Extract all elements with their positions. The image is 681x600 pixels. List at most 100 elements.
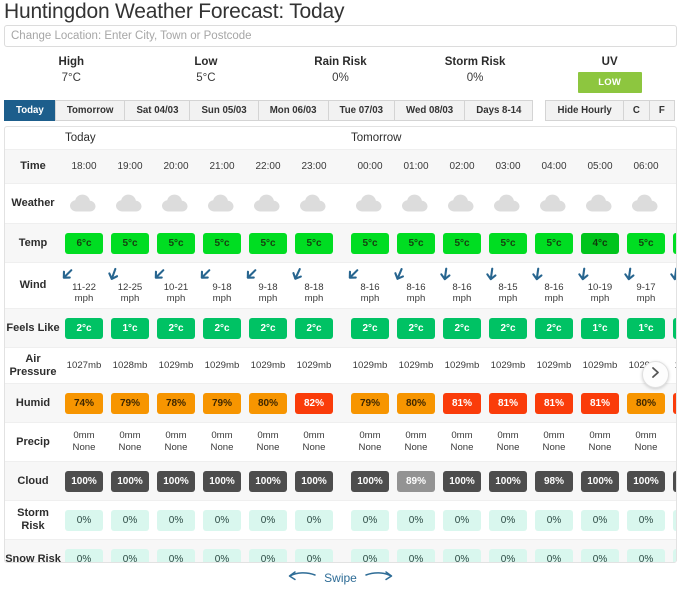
cell-wind: 9-17mph xyxy=(623,267,669,305)
wind-cell: 8-18 mph xyxy=(291,267,337,305)
cell-humid: 80% xyxy=(393,392,439,414)
day-name-list: Today Tomorrow xyxy=(61,132,676,144)
cell-storm: 0% xyxy=(107,509,153,531)
wind-direction-arrow xyxy=(531,267,577,281)
storm-risk-badge: 0% xyxy=(581,509,619,531)
wind-direction-arrow xyxy=(669,267,676,281)
day-tab-sat-04-03[interactable]: Sat 04/03 xyxy=(124,100,190,121)
cloud-badge: 100% xyxy=(351,470,389,492)
cell-time: 04:00 xyxy=(531,161,577,173)
cell-cloud: 100% xyxy=(347,470,393,492)
cell-temp: 5°c xyxy=(245,232,291,254)
precip-type: None xyxy=(450,442,474,453)
feels-like-badge: 2°c xyxy=(535,317,573,339)
cell-storm: 0% xyxy=(623,509,669,531)
cell-press: 1029mb xyxy=(531,360,577,372)
cell-cloud: 100% xyxy=(199,470,245,492)
wind-direction-arrow xyxy=(61,267,107,281)
hourly-forecast-table[interactable]: Today Tomorrow Time 18:00 19:00 20:00 21:00 22… xyxy=(4,126,677,563)
option-f[interactable]: F xyxy=(648,100,675,121)
cell-storm: 0% xyxy=(393,509,439,531)
cell-storm: 0% xyxy=(291,509,337,531)
precip-cell: 0mmNone xyxy=(107,430,153,454)
cloud-badge: 100% xyxy=(673,470,676,492)
cell-wind: 11-22 mph xyxy=(61,267,107,305)
snow-risk-badge: 0% xyxy=(203,548,241,562)
wind-unit: mph xyxy=(636,293,656,304)
cell-press: 1027mb xyxy=(61,360,107,372)
cell-humid: 79% xyxy=(107,392,153,414)
cell-storm: 0% xyxy=(153,509,199,531)
cell-snow: 0% xyxy=(669,548,676,562)
time-value: 19:00 xyxy=(117,160,143,172)
cell-temp: 5°c xyxy=(153,232,199,254)
row-label-feels: Feels Like xyxy=(6,321,60,334)
wind-speed: 8-16 xyxy=(544,281,564,293)
precip-amount: 0mm xyxy=(543,430,565,441)
pressure-value: 1029mb xyxy=(444,359,480,371)
wind-cell: 8-16 mph xyxy=(347,267,393,305)
option-hide-hourly[interactable]: Hide Hourly xyxy=(545,100,623,121)
day-tab-mon-06-03[interactable]: Mon 06/03 xyxy=(257,100,328,121)
day-tab-today[interactable]: Today xyxy=(4,100,55,121)
storm-risk-badge: 0% xyxy=(351,509,389,531)
cell-humid: 82% xyxy=(291,392,337,414)
day-tab-sun-05-03[interactable]: Sun 05/03 xyxy=(189,100,258,121)
cell-press: 1028mb xyxy=(107,360,153,372)
humidity-badge: 81% xyxy=(443,392,481,414)
cell-cloud: 100% xyxy=(623,470,669,492)
cell-humid: 80% xyxy=(623,392,669,414)
temp-badge: 4°c xyxy=(581,232,619,254)
temp-badge: 5°c xyxy=(673,232,676,254)
summary-stat-value: 0% xyxy=(466,72,484,84)
humidity-badge: 80% xyxy=(249,392,287,414)
snow-risk-badge: 0% xyxy=(443,548,481,562)
feels-like-badge: 2°c xyxy=(489,317,527,339)
cell-snow: 0% xyxy=(623,548,669,562)
day-cells: 0% 0% 0% 0% 0% 0% 0% 0% xyxy=(347,548,676,562)
snow-risk-badge: 0% xyxy=(249,548,287,562)
cell-weather xyxy=(669,194,676,213)
humidity-badge: 78% xyxy=(157,392,195,414)
precip-amount: 0mm xyxy=(669,430,676,442)
day-tab-tue-07-03[interactable]: Tue 07/03 xyxy=(327,100,394,121)
summary-stat-label: UV xyxy=(601,56,618,68)
page-title: Huntingdon Weather Forecast: Today xyxy=(4,0,345,23)
forecast-row-snow: Snow Risk 0% 0% 0% 0% 0% 0% 0% 0% 0% 0% 0% 0% 0% 0% xyxy=(5,539,676,562)
arrow-right-icon xyxy=(364,570,394,585)
precip-amount: 0mm xyxy=(119,430,141,441)
cell-cloud: 100% xyxy=(485,470,531,492)
day-tab-days-8-14[interactable]: Days 8-14 xyxy=(464,100,534,121)
wind-cell: 10-21 mph xyxy=(153,267,199,305)
cell-cloud: 100% xyxy=(439,470,485,492)
cell-weather xyxy=(245,194,291,213)
cell-humid: 81% xyxy=(531,392,577,414)
precip-cell: 0mmNone xyxy=(623,430,669,454)
cell-press: 1029mb xyxy=(393,360,439,372)
cell-feels: 2°c xyxy=(291,317,337,339)
cloud-badge: 100% xyxy=(157,470,195,492)
cell-precip: 0mmNone xyxy=(623,430,669,454)
wind-unit: mph xyxy=(544,293,564,304)
precip-amount: 0mm xyxy=(497,430,519,441)
temp-badge: 5°c xyxy=(203,232,241,254)
cell-storm: 0% xyxy=(669,509,676,531)
scroll-next-button[interactable] xyxy=(642,361,669,388)
day-tab-wed-08-03[interactable]: Wed 08/03 xyxy=(393,100,465,121)
cell-wind: 9-18 mph xyxy=(245,267,291,305)
cell-humid: 80% xyxy=(245,392,291,414)
summary-stat: Storm Risk 0% xyxy=(408,55,543,93)
day-cells: 0mm None 0mm None 0mm None 0mm None 0mm None 0mm No… xyxy=(347,430,676,454)
wind-cell: 8-16 mph xyxy=(439,267,485,305)
location-search-input[interactable] xyxy=(4,25,677,47)
cell-weather xyxy=(393,194,439,213)
option-c[interactable]: C xyxy=(622,100,649,121)
day-tab-tomorrow[interactable]: Tomorrow xyxy=(54,100,125,121)
cell-wind: 10-19 mph xyxy=(577,267,623,305)
swipe-label: Swipe xyxy=(324,570,357,585)
display-options-group: Hide Hourly C F xyxy=(545,100,675,121)
time-value: 21:00 xyxy=(209,160,235,172)
feels-like-badge: 1°c xyxy=(673,317,676,339)
wind-speed: 9-17 xyxy=(636,281,656,293)
cell-time: 19:00 xyxy=(107,161,153,173)
